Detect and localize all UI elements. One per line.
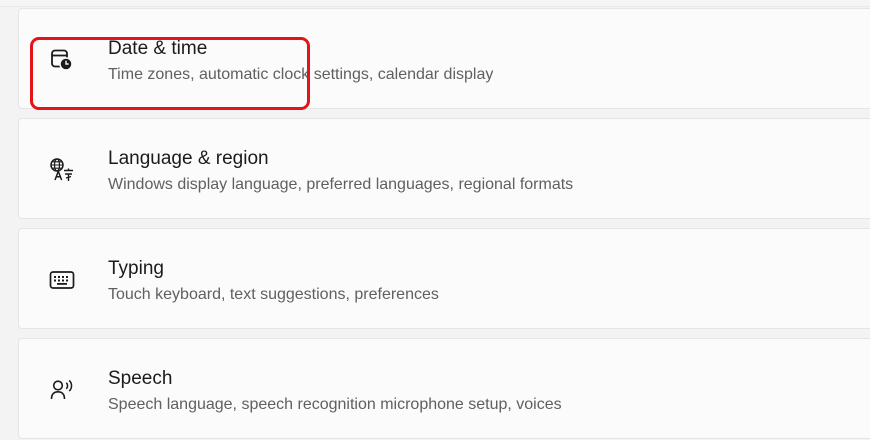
date-time-description: Time zones, automatic clock settings, ca… — [108, 66, 494, 83]
settings-panel: Date & time Time zones, automatic clock … — [0, 0, 870, 440]
language-region-description: Windows display language, preferred lang… — [108, 176, 574, 193]
language-region-title: Language & region — [108, 148, 269, 169]
date-time-card[interactable]: Date & time Time zones, automatic clock … — [18, 8, 870, 109]
language-region-card[interactable]: Language & region Windows display langua… — [18, 118, 870, 219]
speech-description: Speech language, speech recognition micr… — [108, 396, 562, 413]
speech-card[interactable]: Speech Speech language, speech recogniti… — [18, 338, 870, 439]
calendar-clock-icon — [45, 43, 79, 77]
speech-title: Speech — [108, 368, 173, 389]
typing-description: Touch keyboard, text suggestions, prefer… — [108, 286, 439, 303]
typing-card[interactable]: Typing Touch keyboard, text suggestions,… — [18, 228, 870, 329]
language-icon — [45, 153, 79, 187]
keyboard-icon — [45, 263, 79, 297]
date-time-title: Date & time — [108, 38, 208, 59]
speech-icon — [45, 373, 79, 407]
top-divider — [0, 0, 870, 7]
typing-title: Typing — [108, 258, 164, 279]
